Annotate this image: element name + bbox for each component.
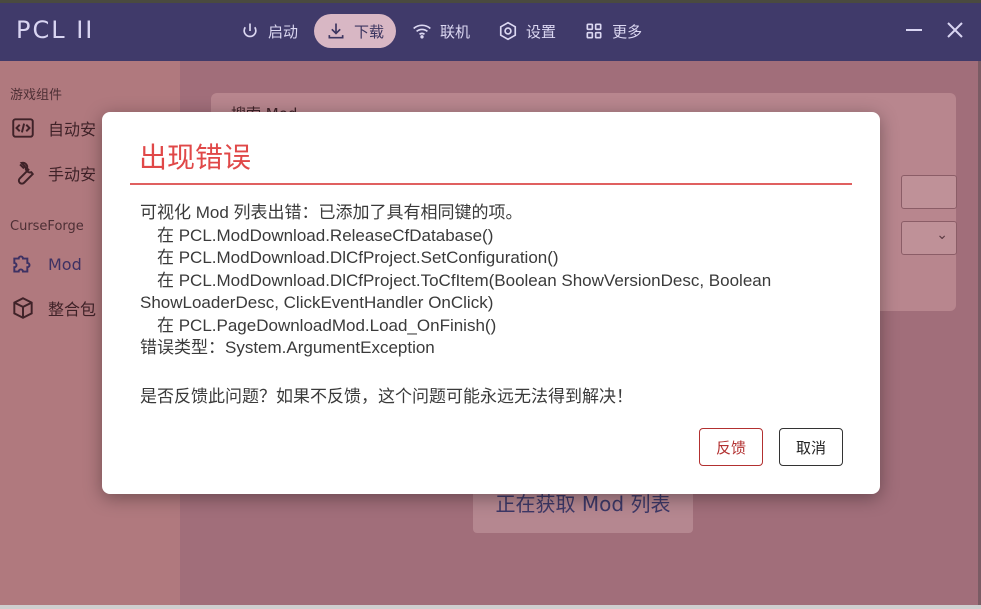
nav-settings-label: 设置 [526, 22, 557, 41]
box-icon [13, 297, 33, 319]
download-icon [328, 23, 344, 39]
minimize-button[interactable] [902, 18, 926, 42]
sidebar-item-label: 自动安 [48, 120, 97, 139]
sidebar-item-label: 手动安 [48, 165, 97, 184]
window-top-strip [0, 0, 981, 3]
sidebar-section-game: 游戏组件 [10, 88, 63, 103]
feedback-question: 是否反馈此问题？如果不反馈，这个问题可能永远无法得到解决！ [140, 387, 633, 406]
message-line: 错误类型：System.ArgumentException [140, 338, 435, 357]
message-line: ShowLoaderDesc, ClickEventHandler OnClic… [140, 293, 494, 312]
wrench-icon [17, 161, 35, 185]
version-select[interactable]: ⌄ [901, 221, 957, 255]
app-logo: PCL II [16, 16, 95, 44]
wifi-icon [413, 24, 431, 39]
message-line: 在 PCL.PageDownloadMod.Load_OnFinish() [157, 315, 497, 335]
nav-launch-label: 启动 [268, 22, 299, 41]
close-button[interactable] [943, 18, 967, 42]
dialog-title: 出现错误 [139, 141, 252, 174]
minimize-icon [906, 29, 922, 31]
bottom-edge [0, 605, 981, 609]
feedback-button[interactable]: 反馈 [699, 428, 763, 466]
puzzle-icon [13, 255, 31, 273]
error-message: 可视化 Mod 列表出错：已添加了具有相同键的项。 在 PCL.ModDownl… [140, 202, 840, 360]
power-icon [243, 23, 257, 38]
message-line: 可视化 Mod 列表出错：已添加了具有相同键的项。 [140, 203, 523, 222]
nav-download[interactable]: 下载 [314, 14, 397, 48]
sidebar-item-label: Mod [48, 254, 82, 274]
nav-more-label: 更多 [612, 22, 643, 41]
sidebar-section-curseforge: CurseForge [10, 219, 84, 234]
nav-multiplayer-label: 联机 [440, 22, 471, 41]
code-icon [12, 118, 34, 138]
nav-settings[interactable]: 设置 [486, 14, 568, 48]
cancel-button[interactable]: 取消 [779, 428, 843, 466]
grid-icon [586, 23, 602, 39]
search-input[interactable] [901, 175, 957, 209]
top-nav: 启动 下载 联机 设置 更多 [228, 14, 658, 48]
nav-launch[interactable]: 启动 [228, 14, 310, 48]
close-icon [947, 22, 963, 38]
error-dialog: 出现错误 可视化 Mod 列表出错：已添加了具有相同键的项。 在 PCL.Mod… [102, 112, 880, 494]
message-line: 在 PCL.ModDownload.DlCfProject.SetConfigu… [157, 248, 559, 267]
title-bar: PCL II 启动 下载 联机 设置 更多 [0, 0, 981, 61]
dialog-divider [130, 183, 852, 185]
chevron-down-icon: ⌄ [936, 227, 948, 243]
sidebar-item-label: 整合包 [48, 300, 97, 319]
message-line: 在 PCL.ModDownload.DlCfProject.ToCfItem(B… [157, 270, 772, 290]
nav-multiplayer[interactable]: 联机 [400, 14, 482, 48]
gear-icon [499, 21, 517, 41]
nav-download-label: 下载 [354, 22, 385, 41]
message-line: 在 PCL.ModDownload.ReleaseCfDatabase() [157, 225, 494, 245]
nav-more[interactable]: 更多 [572, 14, 654, 48]
